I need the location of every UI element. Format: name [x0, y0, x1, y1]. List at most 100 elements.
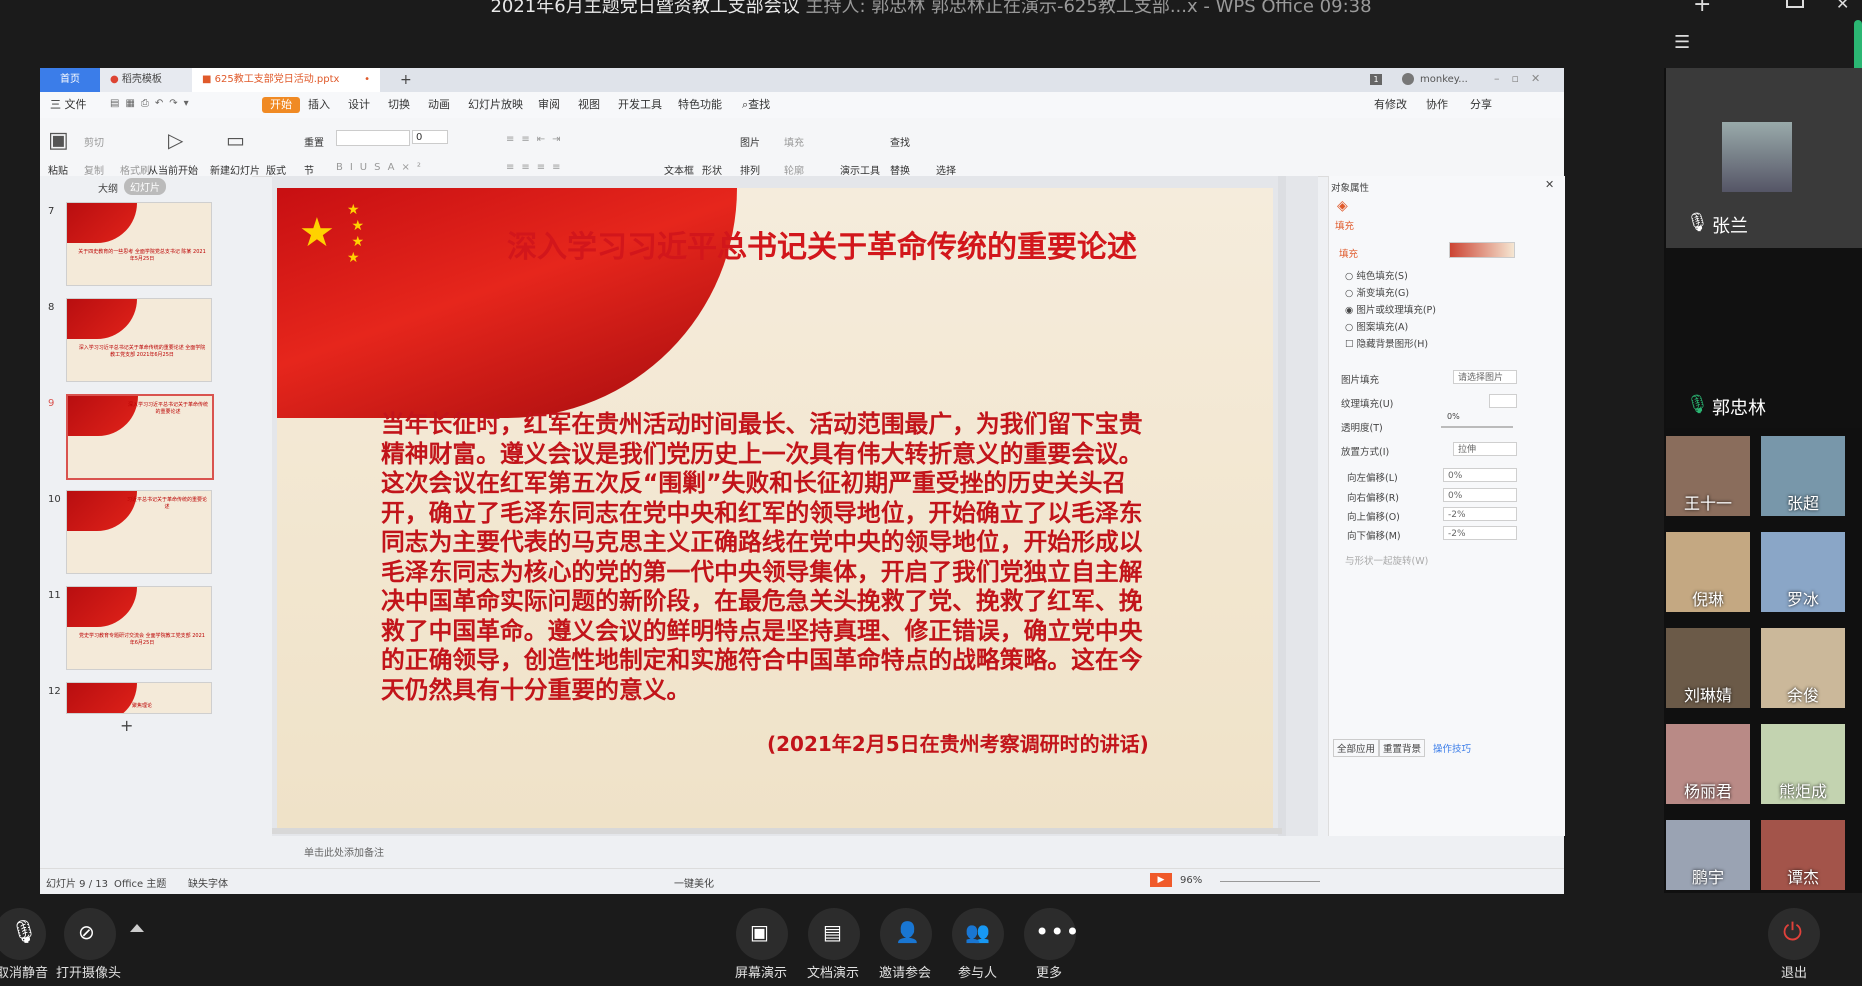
horizontal-scrollbar[interactable]: [272, 828, 1282, 834]
font-name-box[interactable]: [336, 130, 410, 146]
beautify-button[interactable]: 一键美化: [674, 875, 714, 890]
menu-design[interactable]: 设计: [348, 92, 370, 118]
reset-background-button[interactable]: 重置背景: [1379, 739, 1426, 757]
screen-share-button[interactable]: ▣: [736, 908, 788, 960]
menu-slideshow[interactable]: 幻灯片放映: [468, 92, 523, 118]
align-icons[interactable]: ≡≡≡≡: [506, 162, 568, 173]
fill-preview[interactable]: [1449, 242, 1515, 258]
placement-dropdown[interactable]: 拉伸: [1453, 442, 1517, 456]
menu-transition[interactable]: 切换: [388, 92, 410, 118]
font-style-icons[interactable]: BIUSA×²: [336, 162, 428, 173]
document-share-button[interactable]: ▤: [808, 908, 860, 960]
arrange-button[interactable]: 排列: [740, 162, 760, 177]
fill-option-selected[interactable]: ◉ 图片或纹理填充(P): [1345, 302, 1436, 316]
fill-option[interactable]: ○ 渐变填充(G): [1345, 285, 1409, 299]
offset-input[interactable]: 0%: [1443, 488, 1517, 502]
select-button[interactable]: 选择: [936, 162, 956, 177]
rotate-with-shape-checkbox[interactable]: 与形状一起旋转(W): [1345, 553, 1428, 567]
menu-developer[interactable]: 开发工具: [618, 92, 662, 118]
participant-tile[interactable]: 谭杰: [1761, 820, 1845, 890]
fill-button[interactable]: 填充: [784, 134, 804, 149]
participant-tile[interactable]: 罗冰: [1761, 532, 1845, 612]
new-slide-button[interactable]: 新建幻灯片: [210, 162, 260, 177]
paragraph-icons[interactable]: ≡≡⇤⇥: [506, 134, 568, 145]
menu-file[interactable]: 三 文件: [50, 92, 87, 118]
camera-button[interactable]: ⊘: [64, 908, 116, 960]
reset-button[interactable]: 重置: [304, 134, 324, 149]
menu-animation[interactable]: 动画: [428, 92, 450, 118]
missing-font-link[interactable]: 缺失字体: [188, 875, 228, 890]
fill-bucket-icon[interactable]: ◈: [1337, 198, 1348, 214]
replace-button[interactable]: 替换: [890, 162, 910, 177]
participants-button[interactable]: 👥: [952, 908, 1004, 960]
window-controls[interactable]: –▫✕: [1494, 68, 1552, 90]
copy-button[interactable]: 复制: [84, 162, 104, 177]
current-slide[interactable]: ★ ★ ★ ★ ★ 深入学习习近平总书记关于革命传统的重要论述 当年长征时，红军在…: [277, 188, 1273, 828]
offset-input[interactable]: -2%: [1443, 526, 1517, 540]
zoom-slider[interactable]: [1220, 881, 1320, 882]
vertical-scrollbar[interactable]: [1278, 176, 1286, 836]
slide-thumbnail[interactable]: 深入学习习近平总书记关于革命传统的重要论述 全面学院教工党支部 2021年6月2…: [66, 298, 212, 382]
close-meeting-icon[interactable]: ✕: [1836, 0, 1849, 12]
tab-slides[interactable]: 幻灯片: [124, 178, 166, 195]
video-tile[interactable]: 🎙 郭忠林: [1666, 248, 1862, 428]
slide-thumbnail-selected[interactable]: 深入学习习近平总书记关于革命传统的重要论述: [66, 394, 214, 480]
slide-thumbnail[interactable]: 聚焦理论: [66, 682, 212, 714]
tips-link[interactable]: 操作技巧: [1433, 741, 1471, 755]
paste-button[interactable]: 粘贴: [48, 162, 68, 177]
window-icon[interactable]: [1786, 0, 1804, 8]
find-button[interactable]: 查找: [890, 134, 910, 149]
font-size-box[interactable]: 0: [412, 130, 448, 144]
notes-placeholder[interactable]: 单击此处添加备注: [304, 844, 384, 859]
cut-button[interactable]: 剪切: [84, 134, 104, 149]
avatar[interactable]: [1402, 73, 1414, 85]
participant-tile[interactable]: 杨丽君: [1666, 724, 1750, 804]
slide-thumbnail[interactable]: 习近平总书记关于革命传统的重要论述: [66, 490, 212, 574]
menu-insert[interactable]: 插入: [308, 92, 330, 118]
offset-input[interactable]: 0%: [1443, 468, 1517, 482]
participant-tile[interactable]: 余俊: [1761, 628, 1845, 708]
textbox-button[interactable]: 文本框: [664, 162, 694, 177]
format-painter-button[interactable]: 格式刷: [120, 162, 150, 177]
menu-start[interactable]: 开始: [262, 97, 300, 113]
presentation-tools-button[interactable]: 演示工具: [840, 162, 880, 177]
picture-button[interactable]: 图片: [740, 134, 760, 149]
participant-tile[interactable]: 张超: [1761, 436, 1845, 516]
picture-fill-dropdown[interactable]: 请选择图片: [1453, 370, 1517, 384]
texture-fill-dropdown[interactable]: [1489, 394, 1517, 408]
add-slide-icon[interactable]: +: [120, 716, 133, 735]
tab-fill[interactable]: 填充: [1335, 218, 1354, 232]
menu-view[interactable]: 视图: [578, 92, 600, 118]
tab-template[interactable]: ● 稻壳模板: [100, 68, 192, 92]
chevron-up-icon[interactable]: [130, 924, 144, 932]
close-pane-icon[interactable]: ✕: [1545, 178, 1554, 191]
participant-tile[interactable]: 鹏宇: [1666, 820, 1750, 890]
participant-tile[interactable]: 刘琳婧: [1666, 628, 1750, 708]
slide-thumbnail[interactable]: 党史学习教育专题研讨交流会 全面学院教工党支部 2021年6月25日: [66, 586, 212, 670]
zoom-level[interactable]: 96%: [1180, 875, 1202, 886]
hide-bg-checkbox[interactable]: ☐ 隐藏背景图形(H): [1345, 336, 1428, 350]
layout-button[interactable]: 版式: [266, 162, 286, 177]
participant-tile[interactable]: 熊炬成: [1761, 724, 1845, 804]
apply-all-button[interactable]: 全部应用: [1333, 739, 1380, 757]
participant-tile[interactable]: 王十一: [1666, 436, 1750, 516]
unmute-button[interactable]: 🎙: [0, 908, 46, 960]
video-tile[interactable]: 🎙 张兰: [1666, 68, 1862, 248]
fill-option[interactable]: ○ 图案填充(A): [1345, 319, 1408, 333]
menu-collaborate[interactable]: 协作: [1426, 92, 1448, 118]
menu-review[interactable]: 审阅: [538, 92, 560, 118]
slide-thumbnail[interactable]: 关于四史教育的一些思考 全面学院党总支书记 陈某 2021年5月25日: [66, 202, 212, 286]
section-button[interactable]: 节: [304, 162, 314, 177]
invite-button[interactable]: 👤: [880, 908, 932, 960]
outline-button[interactable]: 轮廓: [784, 162, 804, 177]
menu-modified[interactable]: 有修改: [1374, 92, 1407, 118]
add-icon[interactable]: +: [1693, 0, 1711, 16]
user-name[interactable]: monkey...: [1420, 68, 1468, 92]
new-tab-button[interactable]: +: [390, 68, 422, 92]
exit-button[interactable]: ⏻: [1768, 908, 1820, 960]
more-button[interactable]: •••: [1024, 908, 1079, 960]
tab-file[interactable]: ■ 625教工支部党日活动.pptx •: [192, 68, 380, 92]
shape-button[interactable]: 形状: [702, 162, 722, 177]
tab-home[interactable]: 首页: [40, 68, 100, 92]
fill-option[interactable]: ○ 纯色填充(S): [1345, 268, 1408, 282]
